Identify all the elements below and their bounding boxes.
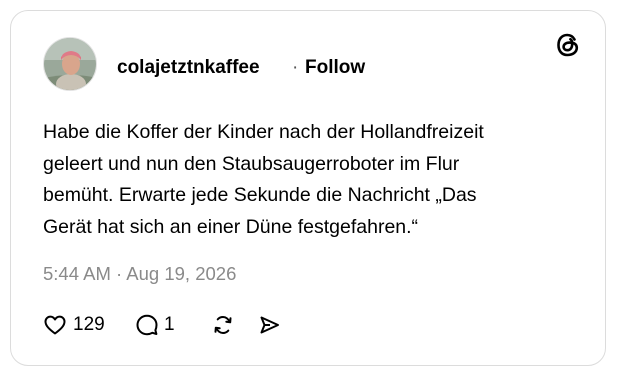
post-card: colajetztnkaffee · Follow Habe die Koffe… bbox=[10, 10, 606, 366]
author-username[interactable]: colajetztnkaffee bbox=[117, 57, 260, 79]
like-count: 129 bbox=[73, 314, 105, 335]
post-timestamp: 5:44 AM · Aug 19, 2026 bbox=[43, 263, 237, 284]
share-button[interactable] bbox=[257, 311, 281, 339]
separator-dot: · bbox=[292, 57, 299, 78]
repost-icon bbox=[214, 316, 232, 334]
author-avatar[interactable] bbox=[43, 37, 97, 91]
threads-logo-icon[interactable] bbox=[554, 31, 582, 59]
reply-count: 1 bbox=[164, 314, 175, 335]
share-icon bbox=[260, 316, 279, 334]
comment-icon bbox=[136, 314, 158, 336]
like-button[interactable]: 129 bbox=[43, 311, 113, 339]
heart-icon bbox=[44, 315, 66, 335]
follow-button[interactable]: Follow bbox=[305, 57, 365, 79]
repost-button[interactable] bbox=[211, 311, 235, 339]
post-body-text: Habe die Koffer der Kinder nach der Holl… bbox=[43, 121, 484, 238]
reply-button[interactable]: 1 bbox=[135, 311, 187, 339]
